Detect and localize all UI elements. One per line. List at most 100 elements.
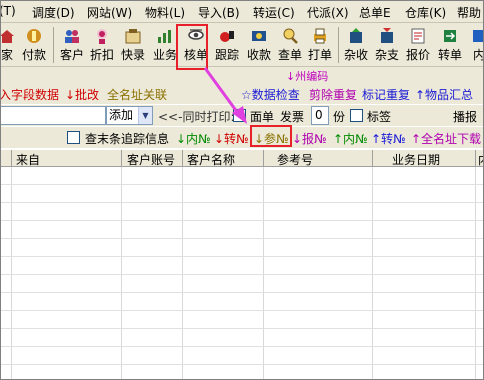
- toolbar-payment-button[interactable]: 付款: [19, 25, 49, 65]
- search-order-icon: [283, 28, 298, 44]
- grid-line: [1, 364, 483, 365]
- invoice-label: 发票: [280, 110, 305, 124]
- grid-line: [1, 238, 483, 239]
- toolbar-label: 转单: [437, 48, 462, 62]
- menu-help[interactable]: 帮助: [457, 4, 481, 21]
- grid-line: [1, 310, 483, 311]
- grid-line: [1, 292, 483, 293]
- menu-import[interactable]: 导入(B): [198, 4, 240, 21]
- toolbar-label: 快录: [120, 48, 145, 62]
- receipt-icon: [252, 31, 266, 41]
- copies-input[interactable]: 0: [311, 106, 329, 125]
- grid-line: [11, 167, 12, 379]
- toolbar-label: 跟踪: [214, 48, 239, 62]
- grid-line: [1, 346, 483, 347]
- toolbar-search-order-button[interactable]: 查单: [276, 25, 304, 65]
- toolbar-quick-entry-button[interactable]: 快录: [118, 25, 148, 65]
- import-field-data-link[interactable]: 入字段数据: [1, 86, 59, 103]
- toolbar-label: 客户: [59, 48, 84, 62]
- broadcast-label[interactable]: 播报: [453, 108, 477, 125]
- column-header-reference[interactable]: 参考号: [277, 151, 313, 166]
- menu-bar: (T) 调度(D) 网站(W) 物料(L) 导入(B) 转运(C) 代派(X) …: [1, 1, 483, 23]
- toolbar-misc-expense-button[interactable]: 杂支: [372, 25, 402, 65]
- menu-warehouse[interactable]: 仓库(K): [405, 4, 446, 21]
- remove-duplicates-link[interactable]: 剪除重复: [309, 86, 357, 103]
- toolbar-receipt-button[interactable]: 收款: [244, 25, 274, 65]
- goods-summary-link[interactable]: ↑物品汇总: [415, 86, 473, 103]
- tag-label: 标签: [367, 110, 392, 124]
- menu-master[interactable]: 总单E: [359, 4, 391, 21]
- toolbar-tracking-button[interactable]: 跟踪: [212, 25, 242, 65]
- toolbar-customers-button[interactable]: 客户: [58, 25, 86, 65]
- toolbar-label: 付款: [21, 48, 46, 62]
- action-select[interactable]: 添加 ▼: [106, 106, 153, 125]
- column-header-from[interactable]: 来自: [16, 151, 40, 166]
- inner-no-down-link[interactable]: ↓内№: [176, 130, 211, 147]
- menu-agent[interactable]: 代派(X): [307, 4, 349, 21]
- grid-line: [121, 167, 122, 379]
- payment-icon: [27, 29, 41, 43]
- toolbar-label: 报价: [405, 48, 430, 62]
- quote-icon: [411, 28, 425, 44]
- column-header-business-date[interactable]: 业务日期: [392, 151, 440, 166]
- toolbar-label: 查单: [277, 48, 302, 62]
- toolbar-home-button[interactable]: 家: [1, 25, 17, 65]
- column-header-internal[interactable]: 内: [478, 151, 483, 166]
- misc-expense-icon: [381, 28, 393, 43]
- full-address-download-link[interactable]: ↑全名址下载: [411, 130, 481, 147]
- state-code-hint: ↓州编码: [286, 70, 329, 83]
- copies-unit-label: 份: [333, 110, 346, 124]
- toolbar-discount-button[interactable]: 折扣: [88, 25, 116, 65]
- toolbar-label: 内: [467, 46, 483, 63]
- toolbar-quote-button[interactable]: 报价: [403, 25, 433, 65]
- barcode-input[interactable]: [1, 106, 106, 125]
- grid-line: [475, 167, 476, 379]
- misc-income-icon: [350, 28, 362, 43]
- grid-line: [1, 184, 483, 185]
- tag-checkbox[interactable]: [350, 109, 363, 122]
- face-sheet-checkbox[interactable]: [233, 109, 246, 122]
- options-row-3: 查末条追踪信息 ↓内№ ↓转№ ↓参№ ↓报№ ↑内№ ↑转№ ↑全名址下载: [1, 127, 483, 148]
- table-header: 来自 客户账号 客户名称 参考号 业务日期 内: [1, 149, 483, 167]
- data-check-link[interactable]: ☆数据检查: [241, 86, 300, 103]
- column-divider: [182, 150, 183, 166]
- grid-line: [263, 167, 264, 379]
- chevron-down-icon[interactable]: ▼: [138, 107, 152, 124]
- mark-duplicates-link[interactable]: 标记重复: [362, 86, 410, 103]
- table-body[interactable]: [1, 167, 483, 379]
- toolbar-label: 家: [1, 48, 13, 62]
- column-divider: [263, 150, 264, 166]
- full-address-link[interactable]: 全名址关联: [107, 86, 167, 103]
- transfer-no-down-link[interactable]: ↓转№: [214, 130, 249, 147]
- toolbar-label: 杂收: [343, 48, 368, 62]
- options-row-2: 添加 ▼ <<-同时打印: 面单 发票 0 份 标签 播报: [1, 105, 483, 126]
- toolbar-misc-income-button[interactable]: 杂收: [342, 25, 370, 65]
- print-order-icon: [314, 28, 326, 44]
- report-no-down-link[interactable]: ↓报№: [292, 130, 327, 147]
- menu-dispatch[interactable]: 调度(D): [32, 4, 75, 21]
- action-select-value: 添加: [109, 108, 134, 122]
- last-tracking-label: 查末条追踪信息: [85, 132, 170, 146]
- toolbar-transfer-order-button[interactable]: 转单: [435, 25, 465, 65]
- toolbar-internal-button[interactable]: 内: [467, 25, 483, 65]
- column-divider: [372, 150, 373, 166]
- grid-line: [182, 167, 183, 379]
- batch-edit-link[interactable]: ↓批改: [65, 86, 99, 103]
- internal-icon: [473, 30, 483, 42]
- transfer-no-up-link[interactable]: ↑转№: [371, 130, 406, 147]
- business-icon: [158, 30, 171, 43]
- column-header-customer-name[interactable]: 客户名称: [187, 151, 235, 166]
- last-tracking-checkbox[interactable]: [67, 131, 80, 144]
- toolbar: 家 付款 客户 折扣 快录 业务 核单 跟踪 收款 查单 打单 杂收 杂支 报价…: [1, 23, 483, 67]
- inner-no-up-link[interactable]: ↑内№: [333, 130, 368, 147]
- print-simultaneous-label: <<-同时打印:: [158, 110, 235, 124]
- column-header-account[interactable]: 客户账号: [127, 151, 175, 166]
- discount-icon: [97, 29, 107, 44]
- grid-line: [1, 256, 483, 257]
- menu-t[interactable]: (T): [1, 4, 16, 18]
- menu-transfer[interactable]: 转运(C): [253, 4, 295, 21]
- menu-goods[interactable]: 物料(L): [145, 4, 185, 21]
- toolbar-print-order-button[interactable]: 打单: [306, 25, 334, 65]
- menu-station[interactable]: 网站(W): [87, 4, 132, 21]
- column-divider: [475, 150, 476, 166]
